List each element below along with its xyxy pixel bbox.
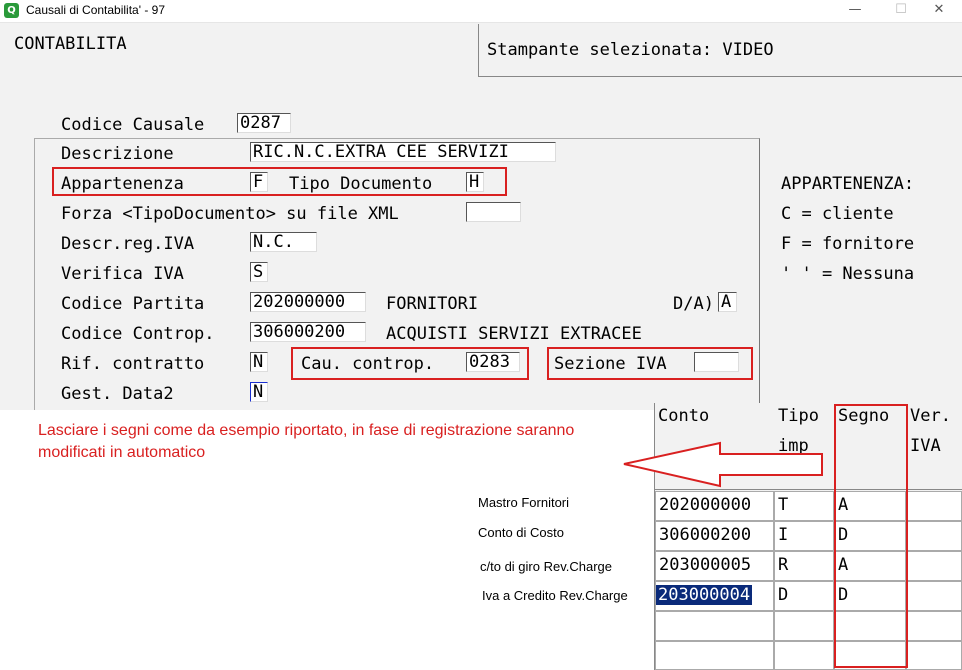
cell-ver-2[interactable] [906,551,962,581]
verifica-iva-label: Verifica IVA [61,264,184,284]
da-field[interactable]: A [718,292,737,312]
row-label-mastro: Mastro Fornitori [478,495,570,510]
codice-partita-desc: FORNITORI [386,294,479,314]
cau-controp-field[interactable]: 0283 [466,352,520,372]
close-icon[interactable]: ✕ [916,0,962,22]
legend-cliente: C = cliente [781,204,894,224]
forza-tipodoc-field[interactable] [466,202,521,222]
window-title: Causali di Contabilita' - 97 [26,3,166,17]
appartenenza-label: Appartenenza [61,174,184,194]
appartenenza-field[interactable]: F [250,172,268,192]
col-header-tipo: Tipo [778,406,819,426]
col-header-iva: IVA [910,436,941,456]
codice-causale-field[interactable]: 0287 [237,113,291,133]
app-icon: Q [4,3,19,18]
sezione-iva-field[interactable]: 6 [694,352,739,372]
segno-column-highlight [834,404,908,668]
verifica-iva-field[interactable]: S [250,262,268,282]
sezione-iva-label: Sezione IVA [554,354,667,374]
codice-controp-field[interactable]: 306000200 [250,322,366,342]
tipo-documento-field[interactable]: H [466,172,484,192]
legend-fornitore: F = fornitore [781,234,915,254]
codice-controp-desc: ACQUISTI SERVIZI EXTRACEE [386,324,642,344]
cell-conto-2[interactable]: 203000005 [655,551,774,581]
annotation-line-1: Lasciare i segni come da esempio riporta… [38,422,575,439]
cell-tipo-2[interactable]: R [774,551,834,581]
descr-reg-iva-label: Descr.reg.IVA [61,234,195,254]
title-bar: Q Causali di Contabilita' - 97 — ☐ ✕ [0,0,962,23]
cell-ver-1[interactable] [906,521,962,551]
cell-tipo-0[interactable]: T [774,491,834,521]
printer-status: Stampante selezionata: VIDEO [487,40,774,60]
cell-tipo-1[interactable]: I [774,521,834,551]
forza-tipodoc-label: Forza <TipoDocumento> su file XML [61,204,399,224]
col-header-ver: Ver. [910,406,951,426]
cell-tipo-4[interactable] [774,611,834,641]
cell-ver-4[interactable] [906,611,962,641]
annotation-arrow-icon [623,441,823,488]
selected-value: 203000004 [656,585,753,605]
cell-conto-5[interactable] [655,641,774,670]
descr-reg-iva-field[interactable]: N.C. [250,232,317,252]
tipo-documento-label: Tipo Documento [289,174,433,194]
row-label-costo: Conto di Costo [478,525,564,540]
codice-causale-label: Codice Causale [61,115,205,135]
row-label-giro: c/to di giro Rev.Charge [480,559,612,574]
module-title: CONTABILITA [14,34,127,54]
codice-partita-label: Codice Partita [61,294,205,314]
gest-data2-label: Gest. Data2 [61,384,174,404]
descrizione-label: Descrizione [61,144,174,164]
codice-controp-label: Codice Controp. [61,324,215,344]
cell-ver-3[interactable] [906,581,962,611]
da-label: D/A) [673,294,714,314]
row-label-iva-credito: Iva a Credito Rev.Charge [482,588,628,603]
rif-contratto-field[interactable]: N [250,352,268,372]
cell-tipo-3[interactable]: D [774,581,834,611]
gest-data2-field[interactable]: N [250,382,268,402]
cell-ver-0[interactable] [906,491,962,521]
cell-tipo-5[interactable] [774,641,834,670]
legend-nessuna: ' ' = Nessuna [781,264,915,284]
cell-conto-1[interactable]: 306000200 [655,521,774,551]
descrizione-field[interactable]: RIC.N.C.EXTRA CEE SERVIZI [250,142,556,162]
cell-ver-5[interactable] [906,641,962,670]
rif-contratto-label: Rif. contratto [61,354,205,374]
cell-conto-0[interactable]: 202000000 [655,491,774,521]
legend-title: APPARTENENZA: [781,174,915,194]
codice-partita-field[interactable]: 202000000 [250,292,366,312]
cau-controp-label: Cau. controp. [301,354,435,374]
cell-conto-3[interactable]: 203000004 [655,581,774,611]
minimize-icon[interactable]: — [832,0,878,22]
col-header-conto: Conto [658,406,710,426]
cell-conto-4[interactable] [655,611,774,641]
annotation-line-2: modificati in automatico [38,444,206,461]
